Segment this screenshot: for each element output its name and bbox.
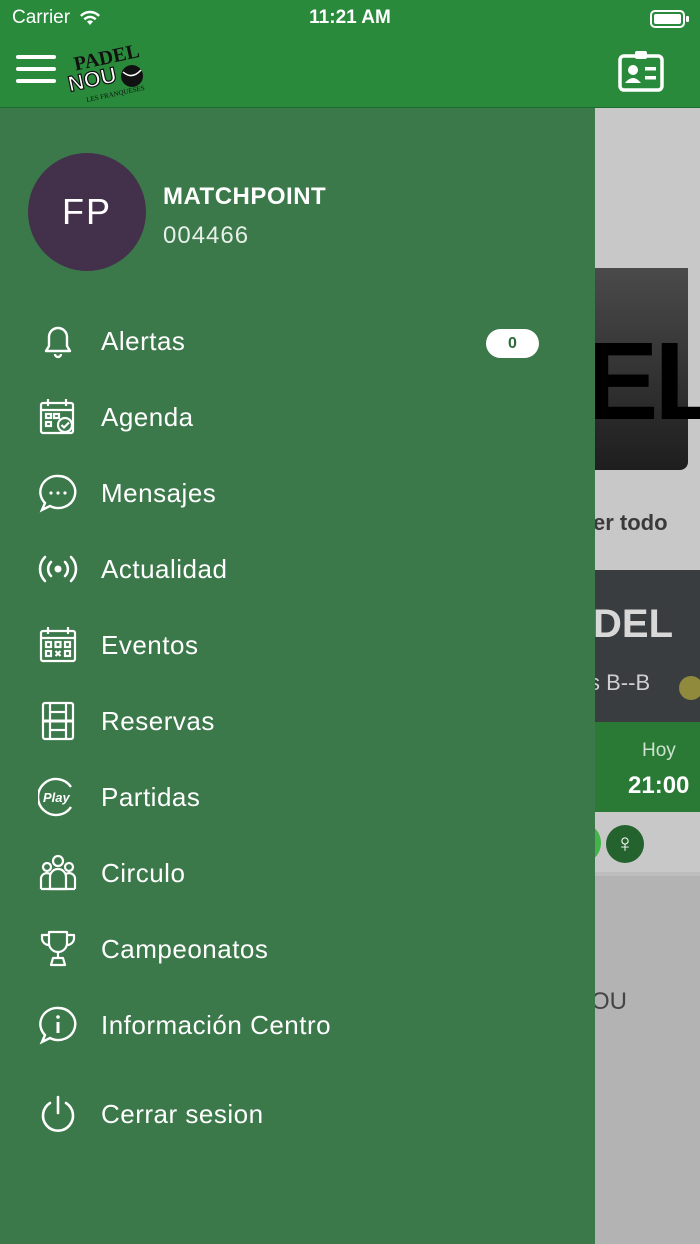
menu-item-actualidad[interactable]: Actualidad: [0, 537, 595, 601]
court-icon: [38, 701, 78, 741]
match-card-title: DEL: [595, 602, 673, 646]
chat-bubble-icon: [38, 473, 78, 513]
menu-label-actualidad: Actualidad: [101, 553, 228, 584]
match-card[interactable]: DEL s B--B: [595, 570, 700, 722]
broadcast-icon: [38, 549, 78, 589]
main-content-behind-drawer: EL er todo DEL s B--B Hoy 21:00 ♀ OU: [595, 108, 700, 1244]
menu-item-circulo[interactable]: Circulo: [0, 841, 595, 905]
lower-section-text: OU: [595, 988, 627, 1015]
play-icon: Play: [38, 777, 78, 817]
alerts-count-badge: 0: [486, 329, 539, 358]
battery-icon: [650, 9, 690, 34]
banner-text: EL: [595, 320, 700, 443]
menu-item-cerrar-sesion[interactable]: Cerrar sesion: [0, 1082, 595, 1146]
svg-text:Play: Play: [43, 790, 71, 805]
match-hour: 21:00: [628, 772, 690, 799]
menu-label-alertas: Alertas: [101, 325, 186, 356]
calendar-grid-icon: [38, 625, 78, 665]
menu-label-agenda: Agenda: [101, 401, 194, 432]
menu-label-partidas: Partidas: [101, 781, 201, 812]
menu-item-agenda[interactable]: Agenda: [0, 385, 595, 449]
clock: 11:21 AM: [309, 7, 391, 28]
status-bar: Carrier 11:21 AM: [0, 0, 700, 38]
drawer-menu: Alertas 0 Agenda Mensajes Actualidad Eve…: [0, 108, 595, 1244]
hamburger-menu-icon[interactable]: [16, 52, 58, 86]
menu-label-cerrar-sesion: Cerrar sesion: [101, 1098, 264, 1129]
match-card-subtitle: s B--B: [595, 670, 651, 695]
menu-item-reservas[interactable]: Reservas: [0, 689, 595, 753]
see-all-link[interactable]: er todo: [595, 510, 668, 536]
app-header: PADEL NOU LES FRANQUESES: [0, 38, 700, 108]
match-time-bar: Hoy 21:00: [595, 722, 700, 812]
menu-label-reservas: Reservas: [101, 705, 215, 736]
menu-item-alertas[interactable]: Alertas 0: [0, 309, 595, 373]
power-icon: [38, 1094, 78, 1134]
banner-image: EL: [595, 268, 700, 470]
player-slot-icon: [595, 825, 601, 861]
calendar-check-icon: [38, 397, 78, 437]
trophy-icon: [38, 929, 78, 969]
menu-label-eventos: Eventos: [101, 629, 199, 660]
menu-label-mensajes: Mensajes: [101, 477, 217, 508]
menu-item-partidas[interactable]: Play Partidas: [0, 765, 595, 829]
menu-label-campeonatos: Campeonatos: [101, 933, 269, 964]
menu-item-informacion-centro[interactable]: Información Centro: [0, 993, 595, 1057]
match-day: Hoy: [642, 740, 676, 761]
info-bubble-icon: [38, 1005, 78, 1045]
menu-label-circulo: Circulo: [101, 857, 186, 888]
padel-nou-logo: PADEL NOU LES FRANQUESES: [65, 40, 156, 104]
membership-card-icon[interactable]: [618, 50, 664, 92]
header-divider: [0, 107, 700, 108]
lower-section: [595, 876, 700, 1244]
navigation-drawer: FP MATCHPOINT 004466 Alertas 0 Agenda Me…: [0, 108, 595, 1244]
group-icon: [38, 853, 78, 893]
menu-item-eventos[interactable]: Eventos: [0, 613, 595, 677]
menu-item-mensajes[interactable]: Mensajes: [0, 461, 595, 525]
menu-item-campeonatos[interactable]: Campeonatos: [0, 917, 595, 981]
ball-icon: [679, 676, 700, 700]
female-icon: ♀: [606, 825, 644, 863]
menu-label-informacion-centro: Información Centro: [101, 1009, 332, 1040]
bell-icon: [38, 321, 78, 361]
